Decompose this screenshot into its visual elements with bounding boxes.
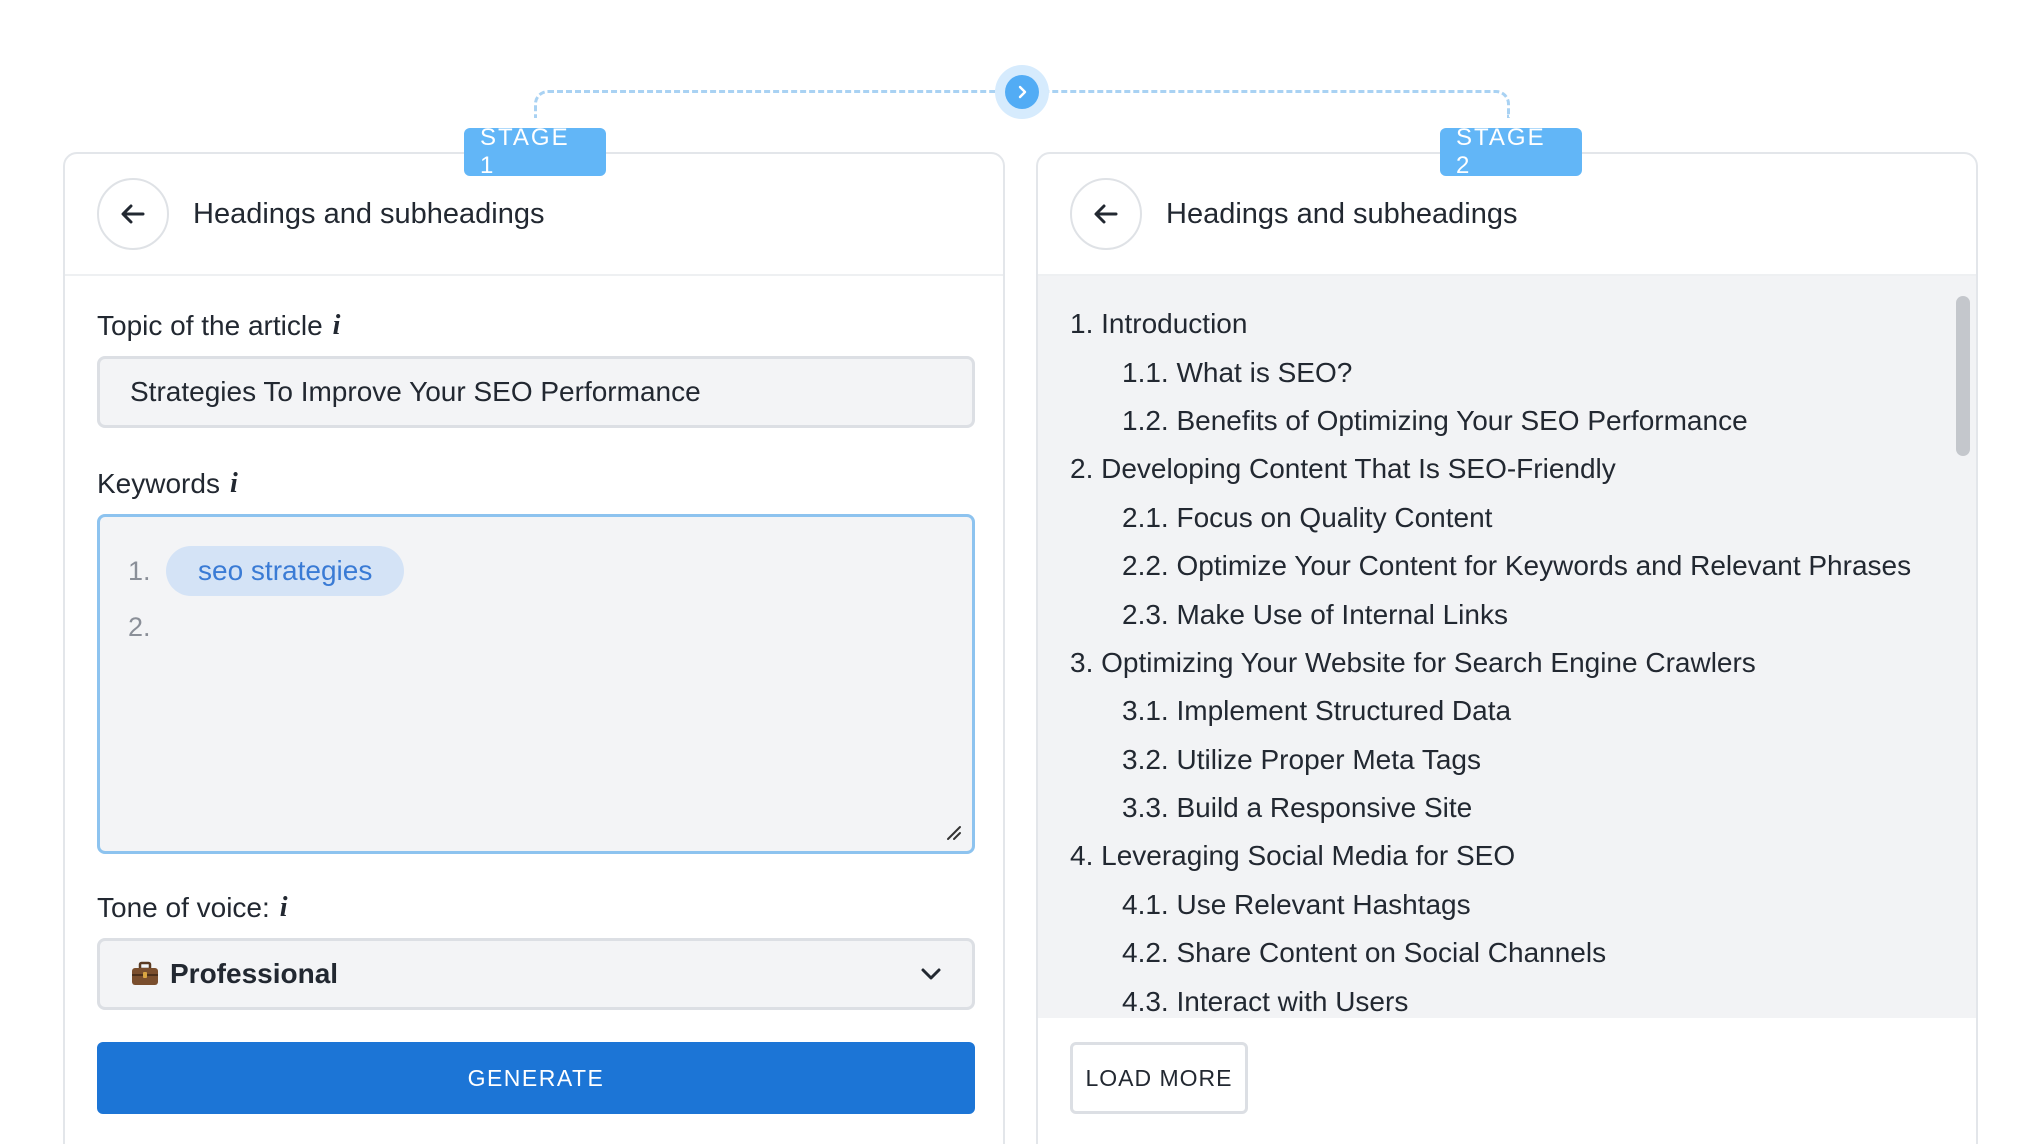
tone-label-text: Tone of voice: xyxy=(97,892,270,923)
topic-input-value: Strategies To Improve Your SEO Performan… xyxy=(130,376,701,407)
chevron-down-icon xyxy=(921,968,941,980)
keywords-label-text: Keywords xyxy=(97,468,220,499)
generator-form: Topic of the article i Strategies To Imp… xyxy=(65,276,1003,1114)
load-more-button[interactable]: LOAD MORE xyxy=(1070,1042,1248,1114)
stage-1-panel: Headings and subheadings Topic of the ar… xyxy=(63,152,1005,1144)
outline-subheading: 2.3. Make Use of Internal Links xyxy=(1122,598,1508,630)
topic-input[interactable]: Strategies To Improve Your SEO Performan… xyxy=(97,356,975,428)
info-icon[interactable]: i xyxy=(333,310,341,342)
outline-subheading: 2.2. Optimize Your Content for Keywords … xyxy=(1122,550,1912,582)
keywords-label: Keywords i xyxy=(97,468,971,500)
outline-subheading: 4.2. Share Content on Social Channels xyxy=(1122,937,1607,969)
outline-subheading: 1.1. What is SEO? xyxy=(1122,356,1353,388)
outline-heading: 1. Introduction xyxy=(1070,308,1248,340)
outline-subheading: 1.2. Benefits of Optimizing Your SEO Per… xyxy=(1122,404,1748,436)
back-button[interactable] xyxy=(1070,178,1142,250)
panel-title: Headings and subheadings xyxy=(193,197,545,230)
outline-heading: 3. Optimizing Your Website for Search En… xyxy=(1070,646,1756,678)
stage-2-badge: STAGE 2 xyxy=(1440,124,1582,179)
keyword-row: 2. xyxy=(128,601,944,653)
info-icon[interactable]: i xyxy=(280,892,288,924)
panel-title: Headings and subheadings xyxy=(1166,197,1518,230)
briefcase-icon xyxy=(130,961,160,987)
topic-label-text: Topic of the article xyxy=(97,310,323,341)
outline-heading: 4. Leveraging Social Media for SEO xyxy=(1070,840,1516,872)
outline-list: 1. Introduction 1.1. What is SEO? 1.2. B… xyxy=(1038,276,1976,1018)
outline-scrollbar[interactable] xyxy=(1956,296,1970,456)
keyword-number: 1. xyxy=(128,555,151,586)
arrow-left-icon xyxy=(1094,204,1118,224)
keywords-textarea[interactable]: 1. seo strategies 2. xyxy=(97,514,975,854)
topic-label: Topic of the article i xyxy=(97,310,971,342)
back-button[interactable] xyxy=(97,178,169,250)
stage-2-panel: Headings and subheadings 1. Introduction… xyxy=(1036,152,1978,1144)
outline-heading: 2. Developing Content That Is SEO-Friend… xyxy=(1070,453,1616,485)
tone-select-value: Professional xyxy=(170,958,339,989)
keyword-chip[interactable]: seo strategies xyxy=(166,546,405,596)
resize-handle-icon[interactable] xyxy=(944,823,962,841)
keyword-number: 2. xyxy=(128,611,151,642)
info-icon[interactable]: i xyxy=(230,468,238,500)
stage-1-badge: STAGE 1 xyxy=(464,124,606,179)
arrow-left-icon xyxy=(121,204,145,224)
outline-footer: LOAD MORE xyxy=(1038,1018,1976,1138)
outline-subheading: 3.1. Implement Structured Data xyxy=(1122,695,1512,727)
generate-button[interactable]: GENERATE xyxy=(97,1042,975,1114)
outline-subheading: 2.1. Focus on Quality Content xyxy=(1122,501,1493,533)
chevron-right-icon xyxy=(1018,85,1027,99)
tone-select[interactable]: Professional xyxy=(97,938,975,1010)
keyword-row: 1. seo strategies xyxy=(128,545,944,597)
tone-label: Tone of voice: i xyxy=(97,892,971,924)
outline-subheading: 4.1. Use Relevant Hashtags xyxy=(1122,888,1471,920)
stages-container: STAGE 1 STAGE 2 Headings and subheadings… xyxy=(0,0,2040,1144)
outline-subheading: 4.3. Interact with Users xyxy=(1122,985,1409,1017)
next-stage-button[interactable] xyxy=(995,65,1049,119)
outline-subheading: 3.3. Build a Responsive Site xyxy=(1122,792,1473,824)
outline-subheading: 3.2. Utilize Proper Meta Tags xyxy=(1122,743,1481,775)
